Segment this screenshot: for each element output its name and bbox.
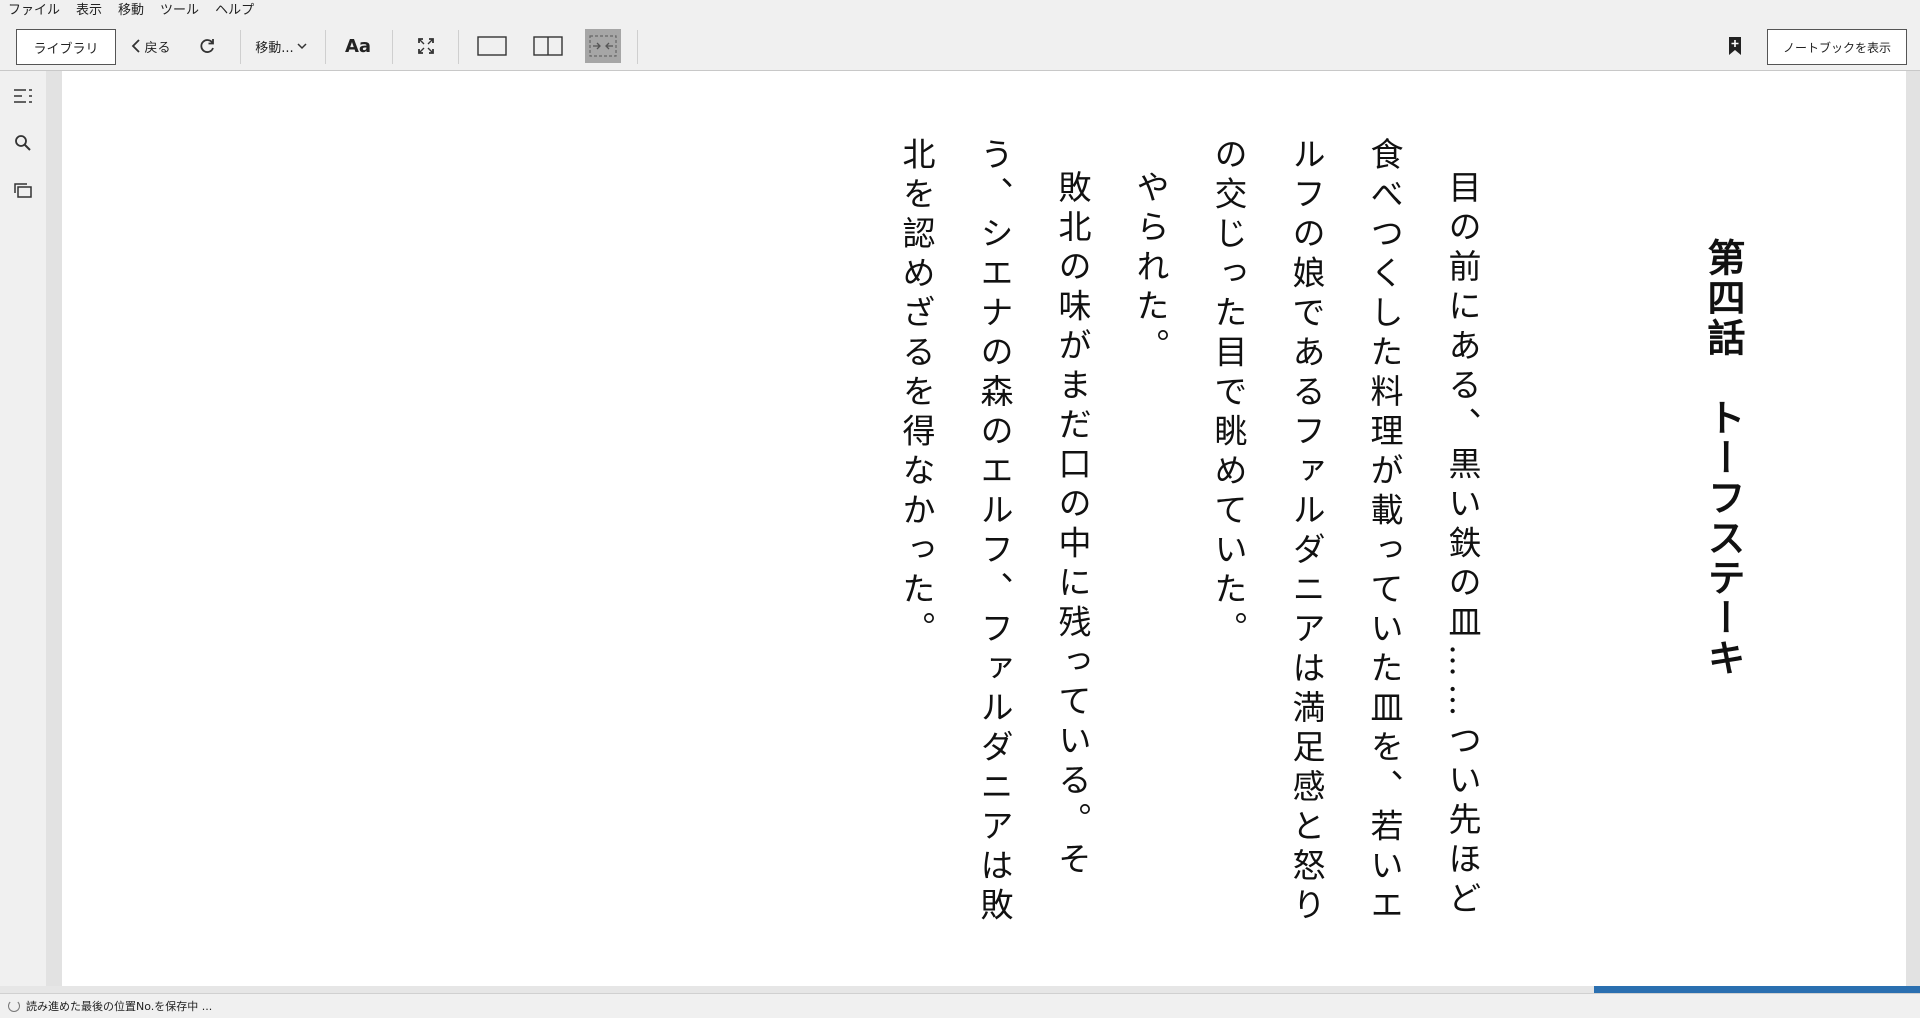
page-text: 目の前にある、黒い鉄の皿……つい先ほど食べつくした料理が載っていた皿を、若いエル… — [877, 137, 1501, 957]
menu-help[interactable]: ヘルプ — [207, 0, 262, 22]
paragraph: 目の前にある、黒い鉄の皿……つい先ほど食べつくした料理が載っていた皿を、若いエル… — [1209, 137, 1482, 927]
toolbar-divider — [637, 30, 638, 64]
menu-file[interactable]: ファイル — [0, 0, 68, 22]
toolbar-divider — [325, 30, 326, 64]
reading-progress-bar[interactable] — [0, 986, 1920, 993]
single-page-icon — [477, 36, 507, 56]
refresh-icon — [200, 39, 214, 53]
font-button-label: Aa — [344, 35, 372, 57]
show-notebook-button[interactable]: ノートブックを表示 — [1767, 29, 1907, 65]
fullscreen-button[interactable] — [408, 29, 444, 63]
table-of-contents-button[interactable] — [10, 83, 36, 109]
toolbar: ライブラリ 戻る 移動... Aa ノートブックを表示 — [0, 22, 1920, 71]
toolbar-divider — [458, 30, 459, 64]
fit-width-icon — [589, 35, 617, 57]
paragraph: 敗北の味がまだ口の中に残っている。そう、シエナの森のエルフ、ファルダニアは敗北を… — [897, 137, 1092, 927]
status-bar: 読み進めた最後の位置No.を保存中 ... — [0, 993, 1920, 1018]
back-button[interactable]: 戻る — [124, 29, 178, 63]
refresh-button[interactable] — [190, 29, 224, 63]
two-page-button[interactable] — [528, 29, 568, 63]
add-bookmark-button[interactable] — [1720, 29, 1750, 63]
library-button[interactable]: ライブラリ — [16, 29, 116, 65]
search-icon — [15, 135, 31, 151]
toolbar-divider — [240, 30, 241, 64]
fit-width-button[interactable] — [585, 29, 621, 63]
menu-tools[interactable]: ツール — [152, 0, 207, 22]
search-button[interactable] — [10, 130, 36, 156]
side-panel — [0, 71, 46, 993]
menu-bar: ファイル 表示 移動 ツール ヘルプ — [0, 0, 1920, 22]
reading-progress-fill — [1593, 986, 1920, 993]
two-page-icon — [533, 36, 563, 56]
menu-view[interactable]: 表示 — [68, 0, 110, 22]
goto-dropdown[interactable]: 移動... — [248, 29, 314, 63]
page-left-margin — [46, 71, 62, 993]
notebook-button-label: ノートブックを表示 — [1782, 40, 1891, 55]
fullscreen-icon — [418, 38, 434, 54]
paragraph: やられた。 — [1131, 170, 1170, 368]
menu-go[interactable]: 移動 — [110, 0, 152, 22]
loading-spinner-icon — [8, 1000, 20, 1012]
bookmark-add-icon — [1729, 37, 1741, 55]
chevron-down-icon — [297, 42, 307, 49]
back-button-label: 戻る — [144, 40, 171, 56]
book-page[interactable]: 第四話 トーフステーキ 目の前にある、黒い鉄の皿……つい先ほど食べつくした料理が… — [62, 71, 1906, 986]
single-page-button[interactable] — [472, 29, 512, 63]
chevron-left-icon — [132, 39, 141, 53]
font-settings-button[interactable]: Aa — [338, 29, 378, 63]
status-text: 読み進めた最後の位置No.を保存中 ... — [26, 1000, 213, 1013]
cards-icon — [14, 183, 32, 198]
library-button-label: ライブラリ — [33, 41, 99, 57]
flashcards-button[interactable] — [10, 177, 36, 203]
page-right-margin — [1906, 71, 1920, 993]
toolbar-divider — [392, 30, 393, 64]
toc-icon — [14, 89, 32, 103]
goto-label: 移動... — [255, 40, 294, 56]
chapter-title: 第四話 トーフステーキ — [1701, 238, 1746, 678]
